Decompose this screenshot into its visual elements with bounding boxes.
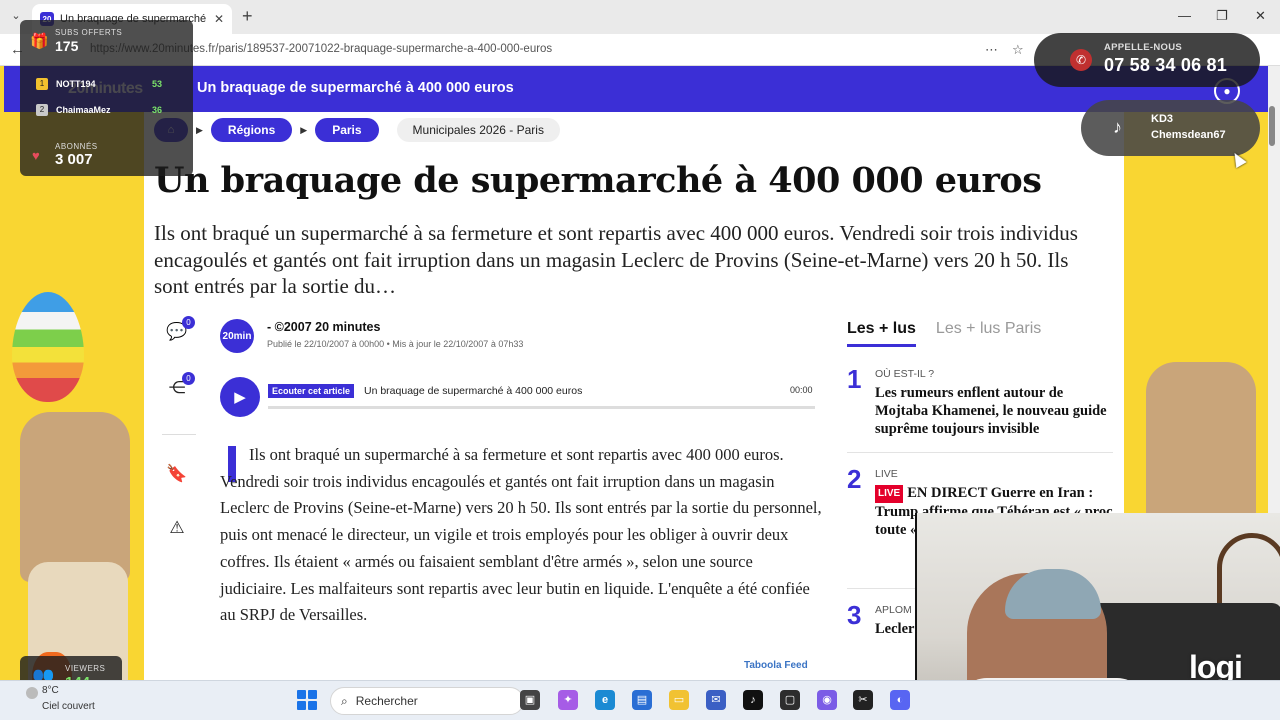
- subs-count: 175: [55, 38, 79, 54]
- rank-kicker: APLOM: [875, 604, 912, 616]
- most-read-tabs: Les + lus Les + lus Paris: [847, 320, 1041, 347]
- discord-icon[interactable]: ◐: [890, 690, 910, 710]
- rank-kicker: LIVE: [875, 468, 898, 480]
- author-name: - ©2007 20 minutes: [267, 320, 381, 334]
- leaderboard-name: ChaimaaMez: [56, 105, 111, 115]
- window-close-icon[interactable]: ✕: [1255, 8, 1266, 24]
- breadcrumb-regions[interactable]: Régions: [210, 118, 293, 142]
- comment-count-badge: 0: [182, 316, 195, 329]
- breadcrumb-separator-icon: ▶: [300, 124, 308, 135]
- weather-icon[interactable]: [26, 687, 38, 699]
- more-actions-icon[interactable]: ⋯: [985, 42, 998, 58]
- minimize-icon[interactable]: —: [1178, 8, 1191, 23]
- leaderboard-name: NOTT194: [56, 79, 96, 89]
- background-decoration-left: [4, 112, 144, 680]
- audio-title: Un braquage de supermarché à 400 000 eur…: [364, 385, 583, 397]
- store-icon[interactable]: ▤: [632, 690, 652, 710]
- tab-most-read[interactable]: Les + lus: [847, 320, 916, 347]
- rank-number: 1: [847, 364, 862, 394]
- comment-icon[interactable]: 💬 0: [162, 316, 195, 352]
- heart-icon: ♥: [32, 148, 40, 163]
- taboola-feed-logo[interactable]: Taboola Feed: [744, 660, 808, 671]
- article-body-text: Ils ont braqué un supermarché à sa ferme…: [220, 445, 822, 625]
- copilot-icon[interactable]: ✦: [558, 690, 578, 710]
- author-avatar: 20min: [220, 319, 254, 353]
- rank-headline: Les rumeurs enflent autour de Mojtaba Kh…: [875, 385, 1107, 437]
- terminal-icon[interactable]: ▢: [780, 690, 800, 710]
- weather-temperature[interactable]: 8°C: [42, 685, 59, 696]
- header-headline: Un braquage de supermarché à 400 000 eur…: [197, 80, 514, 96]
- call-overlay: ✆ APPELLE-NOUS 07 58 34 06 81: [1034, 33, 1260, 87]
- page-scrollbar-thumb[interactable]: [1269, 106, 1275, 146]
- article-dates: Publié le 22/10/2007 à 00h00 • Mis à jou…: [267, 339, 524, 349]
- easter-egg-image: [12, 292, 84, 402]
- favorite-star-icon[interactable]: ☆: [1012, 42, 1024, 58]
- article-lede: Ils ont braqué un supermarché à sa ferme…: [154, 221, 1078, 298]
- followers-count: 3 007: [55, 151, 93, 168]
- bookmark-icon[interactable]: 🔖: [162, 464, 192, 494]
- file-explorer-icon[interactable]: ▭: [669, 690, 689, 710]
- subs-overlay: 🎁 SUBS OFFERTS 175 1 NOTT194 53 2 Chaima…: [20, 20, 193, 176]
- rank-number: 2: [847, 464, 862, 494]
- tiktok-app-icon[interactable]: ♪: [743, 690, 763, 710]
- share-count-badge: 0: [182, 372, 195, 385]
- streaming-app-icon[interactable]: ◉: [817, 690, 837, 710]
- taskbar: 8°C Ciel couvert ⌕ Rechercher ▣ ✦ e ▤ ▭ …: [0, 680, 1280, 720]
- tiktok-icon: ♪: [1113, 117, 1122, 137]
- audio-play-button[interactable]: ▶: [220, 377, 260, 417]
- followers-label: ABONNÉS: [55, 142, 98, 151]
- call-number: 07 58 34 06 81: [1104, 55, 1227, 75]
- search-placeholder: Rechercher: [355, 694, 418, 708]
- task-view-icon[interactable]: ▣: [520, 690, 540, 710]
- live-badge: LIVE: [875, 485, 904, 503]
- audio-progress-bar[interactable]: [268, 406, 815, 409]
- audio-time: 00:00: [790, 385, 813, 395]
- leaderboard-position: 2: [36, 104, 48, 116]
- breadcrumb-paris[interactable]: Paris: [315, 118, 379, 142]
- leaderboard-position: 1: [36, 78, 48, 90]
- article-title: Un braquage de supermarché à 400 000 eur…: [154, 160, 1042, 201]
- subs-label: SUBS OFFERTS: [55, 28, 123, 37]
- leaderboard-row: 2 ChaimaaMez 36: [36, 104, 162, 116]
- mail-icon[interactable]: ✉: [706, 690, 726, 710]
- audio-listen-label: Ecouter cet article: [268, 384, 355, 398]
- breadcrumb-separator-icon: ▶: [196, 124, 203, 135]
- rank-number: 3: [847, 600, 862, 630]
- tiktok-line-1: KD3: [1151, 113, 1174, 125]
- lego-figure-image: [20, 412, 130, 582]
- maximize-icon[interactable]: ❐: [1216, 8, 1228, 24]
- call-label: APPELLE-NOUS: [1104, 42, 1183, 53]
- start-button[interactable]: [297, 690, 317, 710]
- tiktok-overlay: ♪ KD3 Chemsdean67: [1081, 100, 1260, 156]
- tiktok-handle: Chemsdean67: [1151, 129, 1226, 141]
- tab-most-read-paris[interactable]: Les + lus Paris: [936, 320, 1041, 347]
- leaderboard-row: 1 NOTT194 53: [36, 78, 162, 90]
- tools-divider: [162, 434, 196, 435]
- weather-description[interactable]: Ciel couvert: [42, 701, 95, 712]
- capcut-icon[interactable]: ✂: [853, 690, 873, 710]
- new-tab-icon[interactable]: +: [242, 6, 253, 27]
- rank-kicker: OÙ EST-IL ?: [875, 368, 935, 380]
- viewers-label: VIEWERS: [65, 664, 106, 673]
- rank-divider: [847, 452, 1113, 453]
- gift-icon: 🎁: [30, 33, 49, 50]
- search-icon: ⌕: [341, 693, 348, 708]
- edge-icon[interactable]: e: [595, 690, 615, 710]
- tab-close-icon[interactable]: ✕: [214, 12, 224, 26]
- breadcrumb-tag[interactable]: Municipales 2026 - Paris: [396, 118, 560, 142]
- article-body: Ils ont braqué un supermarché à sa ferme…: [220, 442, 822, 629]
- share-icon[interactable]: ⋲ 0: [162, 372, 195, 408]
- breadcrumb: ⌂ ▶ Régions ▶ Paris Municipales 2026 - P…: [154, 118, 560, 142]
- phone-icon: ✆: [1070, 49, 1092, 71]
- leaderboard-value: 36: [152, 105, 163, 115]
- leaderboard-value: 53: [152, 79, 163, 89]
- taskbar-search[interactable]: ⌕ Rechercher: [330, 687, 524, 715]
- report-icon[interactable]: ⚠: [162, 518, 192, 548]
